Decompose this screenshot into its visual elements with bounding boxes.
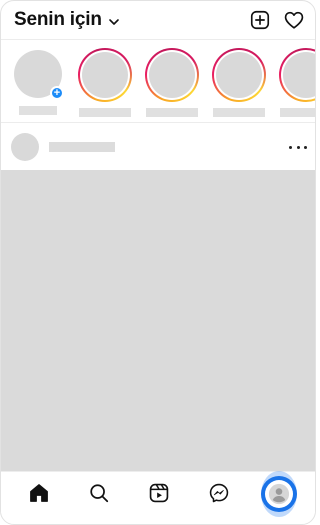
avatar <box>82 52 128 98</box>
story-username-placeholder <box>79 108 131 117</box>
bottom-nav <box>1 470 315 517</box>
more-horizontal-icon[interactable] <box>289 141 307 153</box>
story-item[interactable] <box>144 48 200 122</box>
new-post-button[interactable] <box>249 9 271 31</box>
stories-tray: + <box>1 39 315 123</box>
chevron-down-icon <box>108 18 119 25</box>
story-own[interactable]: + <box>10 48 66 122</box>
story-ring <box>279 48 315 102</box>
profile-icon <box>268 483 290 504</box>
avatar: + <box>14 50 64 100</box>
nav-messenger[interactable] <box>201 475 237 511</box>
post-avatar[interactable] <box>11 133 39 161</box>
post-username-placeholder[interactable] <box>49 142 115 152</box>
search-icon <box>90 483 109 502</box>
story-ring <box>145 48 199 102</box>
feed-title: Senin için <box>14 9 102 30</box>
nav-search[interactable] <box>81 475 117 511</box>
story-username-placeholder <box>19 106 57 115</box>
post-media-placeholder[interactable] <box>1 170 315 471</box>
header-actions <box>249 9 305 31</box>
avatar <box>149 52 195 98</box>
messenger-icon <box>209 483 229 502</box>
story-username-placeholder <box>213 108 265 117</box>
story-username-placeholder <box>280 108 315 117</box>
avatar <box>283 52 315 98</box>
story-item[interactable] <box>211 48 267 122</box>
top-bar: Senin için <box>1 1 315 39</box>
nav-profile[interactable] <box>261 470 297 517</box>
story-item[interactable] <box>77 48 133 122</box>
story-ring <box>78 48 132 102</box>
heart-icon <box>284 11 304 29</box>
story-ring <box>212 48 266 102</box>
post-header <box>1 124 315 170</box>
avatar <box>216 52 262 98</box>
app-screen: Senin için + <box>0 0 316 525</box>
nav-reels[interactable] <box>141 475 177 511</box>
add-story-icon[interactable]: + <box>50 86 64 100</box>
story-item[interactable] <box>278 48 315 122</box>
new-post-icon <box>250 10 270 30</box>
profile-highlight <box>261 470 297 517</box>
feed-selector[interactable]: Senin için <box>14 9 120 31</box>
nav-home[interactable] <box>21 475 57 511</box>
notifications-button[interactable] <box>283 9 305 31</box>
story-username-placeholder <box>146 108 198 117</box>
reels-icon <box>149 483 169 502</box>
home-icon <box>30 483 48 502</box>
